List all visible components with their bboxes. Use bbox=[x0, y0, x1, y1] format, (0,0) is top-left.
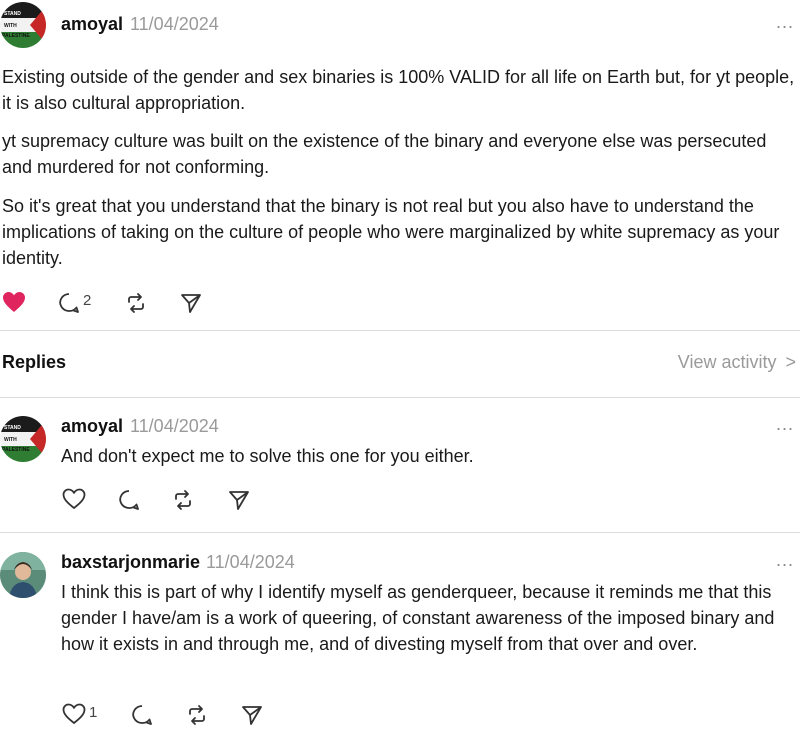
repost-icon[interactable] bbox=[124, 291, 148, 315]
view-activity-link[interactable]: View activity > bbox=[678, 352, 796, 373]
view-activity-label: View activity bbox=[677, 352, 777, 372]
reply-username[interactable]: baxstarjonmarie bbox=[61, 552, 200, 573]
reply-date[interactable]: 11/04/2024 bbox=[206, 552, 295, 573]
reply-icon[interactable] bbox=[130, 703, 154, 727]
svg-text:STAND: STAND bbox=[4, 425, 21, 431]
divider bbox=[0, 330, 800, 331]
reply-text: I think this is part of why I identify m… bbox=[61, 582, 775, 654]
share-icon[interactable] bbox=[227, 488, 251, 512]
post-date[interactable]: 11/04/2024 bbox=[130, 14, 219, 35]
post-paragraph-1: Existing outside of the gender and sex b… bbox=[2, 67, 795, 113]
reply-date[interactable]: 11/04/2024 bbox=[130, 416, 219, 437]
chevron-right-icon: > bbox=[785, 352, 796, 372]
svg-text:WITH: WITH bbox=[4, 437, 17, 443]
like-icon[interactable] bbox=[62, 488, 86, 510]
post-paragraph-3: So it's great that you understand that t… bbox=[2, 196, 780, 268]
reply-icon[interactable] bbox=[117, 488, 141, 512]
repost-icon[interactable] bbox=[185, 703, 209, 727]
divider bbox=[0, 397, 800, 398]
like-icon[interactable] bbox=[62, 703, 86, 725]
svg-text:WITH: WITH bbox=[4, 23, 17, 29]
svg-text:PALESTINE: PALESTINE bbox=[2, 33, 30, 39]
post-paragraph-2: yt supremacy culture was built on the ex… bbox=[2, 131, 767, 177]
share-icon[interactable] bbox=[179, 291, 203, 315]
more-options-icon[interactable]: ... bbox=[776, 550, 794, 571]
reply-text: And don't expect me to solve this one fo… bbox=[61, 446, 474, 466]
avatar[interactable]: STAND WITH PALESTINE bbox=[0, 416, 46, 462]
avatar[interactable] bbox=[0, 552, 46, 598]
palestine-flag-avatar-icon: STAND WITH PALESTINE bbox=[0, 416, 46, 462]
divider bbox=[0, 532, 800, 533]
replies-heading: Replies bbox=[2, 352, 67, 372]
avatar[interactable]: STAND WITH PALESTINE bbox=[0, 2, 46, 48]
like-count: 1 bbox=[89, 704, 98, 721]
more-options-icon[interactable]: ... bbox=[776, 12, 794, 33]
reply-count: 2 bbox=[83, 292, 92, 309]
person-photo-avatar-icon bbox=[0, 552, 46, 598]
repost-icon[interactable] bbox=[171, 488, 195, 512]
svg-text:STAND: STAND bbox=[4, 11, 21, 17]
like-filled-icon[interactable] bbox=[2, 291, 26, 313]
share-icon[interactable] bbox=[240, 703, 264, 727]
more-options-icon[interactable]: ... bbox=[776, 414, 794, 435]
post-username[interactable]: amoyal bbox=[61, 14, 123, 35]
svg-text:PALESTINE: PALESTINE bbox=[2, 447, 30, 453]
palestine-flag-avatar-icon: STAND WITH PALESTINE bbox=[0, 2, 46, 48]
reply-icon[interactable] bbox=[57, 291, 81, 315]
reply-username[interactable]: amoyal bbox=[61, 416, 123, 437]
